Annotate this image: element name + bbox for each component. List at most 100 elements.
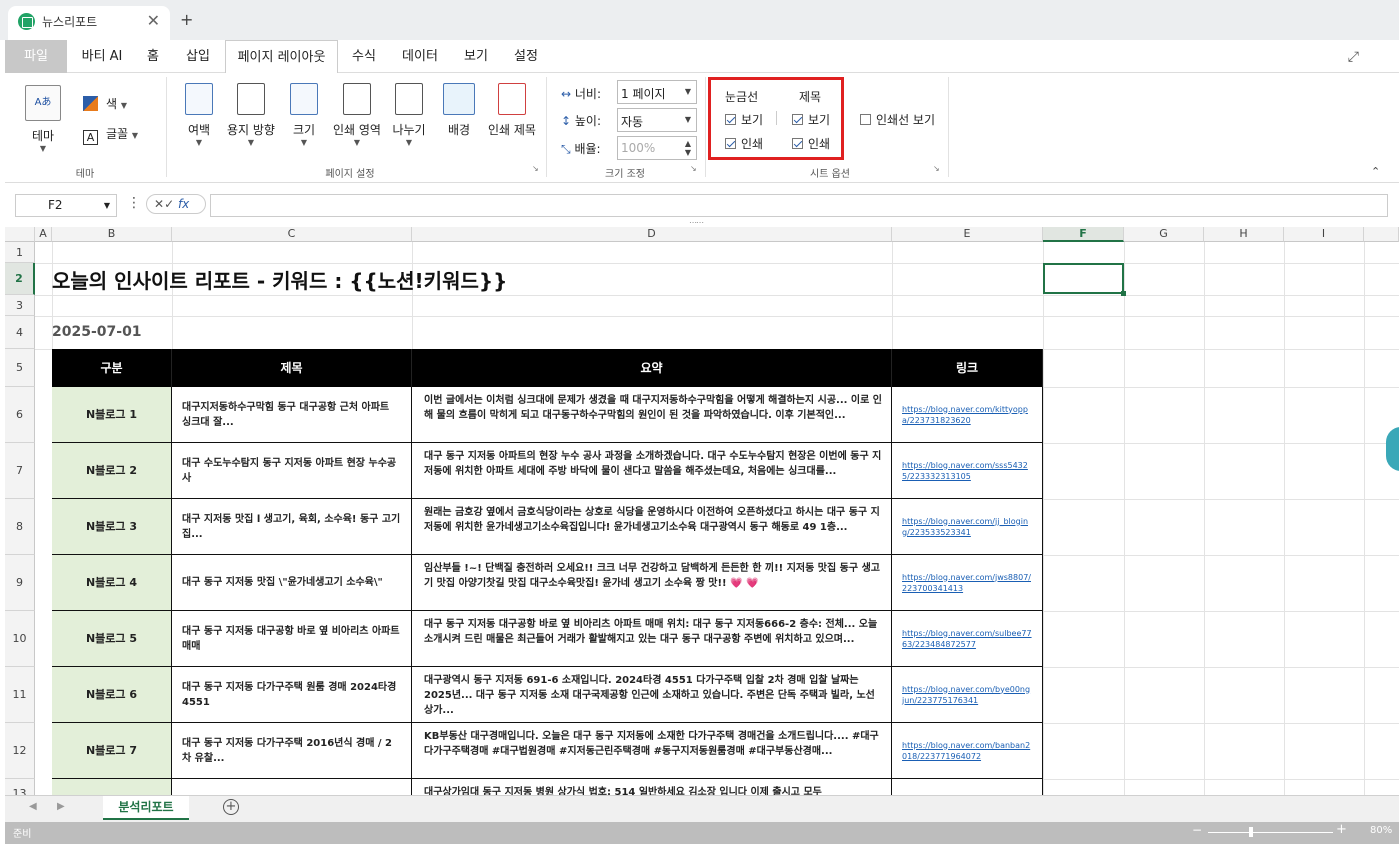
category-cell[interactable]: N블로그 5 <box>52 611 172 667</box>
print-area-button[interactable]: 인쇄 영역 ▼ <box>331 83 383 147</box>
height-select[interactable]: 자동 ▼ <box>617 108 697 132</box>
print-titles-button[interactable]: 인쇄 제목 <box>485 83 539 138</box>
more-options-icon[interactable]: ⋮ <box>127 195 141 211</box>
link-cell[interactable] <box>892 779 1043 795</box>
menu-view[interactable]: 보기 <box>457 40 495 73</box>
collapse-ribbon-icon[interactable]: ⌃ <box>1371 165 1380 178</box>
header-summary[interactable]: 요약 <box>412 349 892 387</box>
column-header-c[interactable]: C <box>172 227 412 242</box>
title-cell[interactable]: 대구 수도누수탐지 동구 지저동 아파트 현장 누수공사 <box>172 443 412 499</box>
report-title[interactable]: 오늘의 인사이트 리포트 - 키워드 : {{노션!키워드}} <box>52 265 507 294</box>
add-sheet-icon[interactable]: + <box>223 799 239 815</box>
column-header-b[interactable]: B <box>52 227 172 242</box>
category-cell[interactable] <box>52 779 172 795</box>
page-break-preview-checkbox[interactable]: 인쇄선 보기 <box>860 111 935 128</box>
row-header[interactable]: 12 <box>5 723 35 779</box>
link-cell[interactable]: https://blog.naver.com/banban2018/223771… <box>892 723 1043 779</box>
link-cell[interactable]: https://blog.naver.com/jj_bloging/223533… <box>892 499 1043 555</box>
report-date[interactable]: 2025-07-01 <box>52 324 142 340</box>
resize-handle-icon[interactable]: ⋯⋯ <box>689 218 704 227</box>
summary-cell[interactable]: 원래는 금호강 옆에서 금호식당이라는 상호로 식당을 운영하시다 이전하여 오… <box>412 499 892 555</box>
column-header-i[interactable]: I <box>1284 227 1364 242</box>
fonts-button[interactable]: A 글꼴 ▼ <box>83 125 138 145</box>
header-category[interactable]: 구분 <box>52 349 172 387</box>
menu-home[interactable]: 홈 <box>137 40 169 73</box>
menu-file[interactable]: 파일 <box>5 40 67 73</box>
row-header[interactable]: 10 <box>5 611 35 667</box>
menu-page-layout[interactable]: 페이지 레이아웃 <box>225 40 338 74</box>
summary-cell[interactable]: 대구광역시 동구 지저동 691-6 소재입니다. 2024타경 4551 다가… <box>412 667 892 723</box>
summary-cell[interactable]: 임산부들 !~! 단백질 충전하러 오세요!! 크크 너무 건강하고 담백하게 … <box>412 555 892 611</box>
category-cell[interactable]: N블로그 1 <box>52 387 172 443</box>
zoom-level[interactable]: 80% <box>1370 825 1392 836</box>
link-cell[interactable]: https://blog.naver.com/bye00ngjun/223775… <box>892 667 1043 723</box>
margins-button[interactable]: 여백 ▼ <box>181 83 217 147</box>
row-header[interactable]: 11 <box>5 667 35 723</box>
summary-cell[interactable]: KB부동산 대구경매입니다. 오늘은 대구 동구 지저동에 소재한 다가구주택 … <box>412 723 892 779</box>
summary-cell[interactable]: 대구 동구 지저동 대구공항 바로 옆 비아리츠 아파트 매매 위치: 대구 동… <box>412 611 892 667</box>
title-cell[interactable]: 대구 동구 지저동 대구공항 바로 옆 비아리츠 아파트 매매 <box>172 611 412 667</box>
link-cell[interactable]: https://blog.naver.com/kittyoppa/2237318… <box>892 387 1043 443</box>
summary-cell[interactable]: 대구 동구 지저동 아파트의 현장 누수 공사 과정을 소개하겠습니다. 대구 … <box>412 443 892 499</box>
row-header[interactable]: 3 <box>5 295 35 316</box>
sheet-options-launcher-icon[interactable]: ↘ <box>933 164 940 173</box>
row-header[interactable]: 6 <box>5 387 35 443</box>
size-button[interactable]: 크기 ▼ <box>287 83 321 147</box>
header-link[interactable]: 링크 <box>892 349 1043 387</box>
new-tab-icon[interactable]: + <box>180 10 193 29</box>
title-cell[interactable]: 대구 동구 지저동 다가구주택 원룸 경매 2024타경 4551 <box>172 667 412 723</box>
header-title[interactable]: 제목 <box>172 349 412 387</box>
formula-input[interactable] <box>210 194 1388 217</box>
column-header-h[interactable]: H <box>1204 227 1284 242</box>
row-header[interactable]: 4 <box>5 316 35 349</box>
formula-actions[interactable]: ✕✓ fx <box>146 194 206 214</box>
link-cell[interactable]: https://blog.naver.com/sulbee7763/223484… <box>892 611 1043 667</box>
background-button[interactable]: 배경 <box>441 83 477 138</box>
menu-data[interactable]: 데이터 <box>395 40 445 73</box>
menu-bati-ai[interactable]: 바티 AI <box>71 40 133 73</box>
summary-cell[interactable]: 이번 글에서는 이처럼 싱크대에 문제가 생겼을 때 대구지저동하수구막힘을 어… <box>412 387 892 443</box>
theme-button[interactable]: Aあ 테마 ▼ <box>23 85 63 153</box>
close-tab-icon[interactable]: ✕ <box>147 11 160 30</box>
category-cell[interactable]: N블로그 7 <box>52 723 172 779</box>
zoom-slider[interactable] <box>1208 832 1333 833</box>
fullscreen-expand-icon[interactable]: ⤢ <box>1348 49 1359 65</box>
document-tab[interactable]: 뉴스리포트 ✕ <box>8 6 170 40</box>
category-cell[interactable]: N블로그 2 <box>52 443 172 499</box>
menu-formulas[interactable]: 수식 <box>345 40 383 73</box>
scale-input[interactable]: 100% ▲ ▼ <box>617 136 697 160</box>
menu-insert[interactable]: 삽입 <box>177 40 219 73</box>
menu-settings[interactable]: 설정 <box>507 40 545 73</box>
link-cell[interactable]: https://blog.naver.com/jws8807/223700341… <box>892 555 1043 611</box>
category-cell[interactable]: N블로그 3 <box>52 499 172 555</box>
title-cell[interactable] <box>172 779 412 795</box>
category-cell[interactable]: N블로그 4 <box>52 555 172 611</box>
row-header[interactable]: 9 <box>5 555 35 611</box>
title-cell[interactable]: 대구지저동하수구막힘 동구 대구공항 근처 아파트 싱크대 잘... <box>172 387 412 443</box>
column-header-g[interactable]: G <box>1124 227 1204 242</box>
width-select[interactable]: 1 페이지 ▼ <box>617 80 697 104</box>
title-cell[interactable]: 대구 동구 지저동 다가구주택 2016년식 경매 / 2차 유찰... <box>172 723 412 779</box>
page-setup-launcher-icon[interactable]: ↘ <box>532 164 539 173</box>
row-header[interactable]: 5 <box>5 349 35 387</box>
zoom-in-icon[interactable]: + <box>1336 822 1347 837</box>
row-header[interactable]: 13 <box>5 779 35 795</box>
select-all-corner[interactable] <box>5 227 35 242</box>
title-cell[interactable]: 대구 지저동 맛집 l 생고기, 육회, 소수육! 동구 고기집... <box>172 499 412 555</box>
name-box[interactable]: F2 ▼ <box>15 194 117 217</box>
zoom-slider-thumb[interactable] <box>1249 827 1253 837</box>
breaks-button[interactable]: 나누기 ▼ <box>391 83 427 147</box>
sheet-tab-report[interactable]: 분석리포트 <box>103 796 189 820</box>
selected-cell-f2[interactable] <box>1043 263 1126 296</box>
colors-button[interactable]: 색 ▼ <box>83 95 127 112</box>
row-header[interactable]: 8 <box>5 499 35 555</box>
orientation-button[interactable]: 용지 방향 ▼ <box>225 83 277 147</box>
row-header[interactable]: 7 <box>5 443 35 499</box>
summary-cell[interactable]: 대구상가임대 동구 지저동 병원 상가식 법호: 514 일반하세요 김소장 입… <box>412 779 892 795</box>
column-header-f[interactable]: F <box>1043 227 1124 242</box>
title-cell[interactable]: 대구 동구 지저동 맛집 \"윤가네생고기 소수육\" <box>172 555 412 611</box>
category-cell[interactable]: N블로그 6 <box>52 667 172 723</box>
column-header-a[interactable]: A <box>35 227 52 242</box>
next-sheet-icon[interactable]: ▶ <box>57 801 65 812</box>
column-header-e[interactable]: E <box>892 227 1043 242</box>
